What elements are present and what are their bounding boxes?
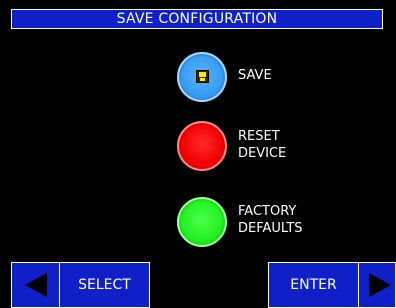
save-button[interactable] xyxy=(177,52,227,102)
factory-defaults-button[interactable] xyxy=(177,197,227,247)
right-arrow-button[interactable] xyxy=(358,262,396,308)
left-arrow-icon xyxy=(25,273,47,297)
reset-device-button[interactable] xyxy=(177,121,227,171)
factory-defaults-label: FACTORY DEFAULTS xyxy=(238,203,303,237)
select-button[interactable]: SELECT xyxy=(59,262,150,308)
screen: SAVE CONFIGURATION SAVE RESET DEVICE FAC… xyxy=(0,0,396,308)
save-label: SAVE xyxy=(238,68,272,83)
floppy-disk-icon xyxy=(196,70,209,83)
select-label: SELECT xyxy=(78,277,131,293)
left-arrow-button[interactable] xyxy=(11,262,60,308)
reset-device-label: RESET DEVICE xyxy=(238,128,286,162)
enter-label: ENTER xyxy=(290,277,337,293)
page-title: SAVE CONFIGURATION xyxy=(11,9,383,29)
factory-label-line2: DEFAULTS xyxy=(238,221,303,236)
reset-label-line1: RESET xyxy=(238,129,280,144)
right-arrow-icon xyxy=(369,273,391,297)
enter-button[interactable]: ENTER xyxy=(268,262,359,308)
factory-label-line1: FACTORY xyxy=(238,204,297,219)
reset-label-line2: DEVICE xyxy=(238,146,287,161)
